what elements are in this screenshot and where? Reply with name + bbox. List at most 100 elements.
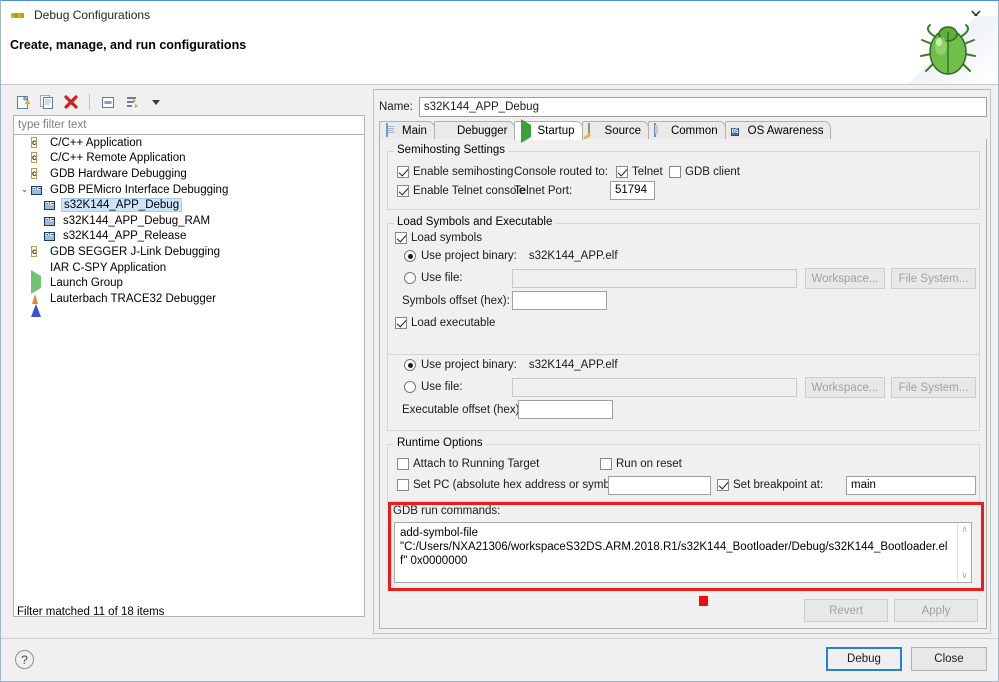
symbols-use-project-binary-label: Use project binary: — [421, 250, 517, 262]
tree-item-label: IAR C-SPY Application — [50, 261, 167, 274]
set-breakpoint-checkbox[interactable] — [717, 479, 729, 491]
enable-telnet-console-label: Enable Telnet console — [413, 185, 526, 197]
configurations-tree[interactable]: c C/C++ Application c C/C++ Remote Applicat… — [13, 135, 365, 617]
gdb-client-label: GDB client — [685, 166, 740, 178]
executable-offset-input[interactable] — [518, 400, 613, 419]
tree-item[interactable]: c GDB SEGGER J-Link Debugging — [14, 244, 364, 260]
executable-file-input[interactable] — [512, 378, 797, 397]
load-symbols-checkbox[interactable] — [395, 232, 407, 244]
tree-item[interactable]: c C/C++ Remote Application — [14, 151, 364, 167]
tree-item[interactable]: c C/C++ Application — [14, 135, 364, 151]
gdb-run-commands-textarea[interactable]: add-symbol-file "C:/Users/NXA21306/works… — [394, 522, 972, 583]
view-menu-chevron-icon[interactable] — [145, 91, 167, 113]
tab-os-awareness[interactable]: 05 OS Awareness — [724, 121, 832, 139]
tree-item[interactable]: PE s32K144_APP_Debug_RAM — [14, 213, 364, 229]
title-bar: Debug Configurations ✕ — [1, 1, 998, 28]
collapse-all-icon[interactable] — [97, 91, 119, 113]
symbols-use-project-binary-row: Use project binary: s32K144_APP.elf — [404, 250, 618, 262]
attach-to-running-target-row: Attach to Running Target — [397, 458, 539, 470]
executable-use-project-binary-radio[interactable] — [404, 359, 416, 371]
semihosting-settings-group: Semihosting Settings Enable semihosting … — [387, 144, 980, 210]
apply-button[interactable]: Apply — [894, 599, 978, 622]
semihosting-legend: Semihosting Settings — [394, 144, 509, 156]
telnet-port-input[interactable]: 51794 — [610, 181, 655, 200]
symbols-filesystem-button[interactable]: File System... — [891, 268, 976, 289]
tree-twisty-spacer — [18, 152, 31, 165]
symbols-file-input[interactable] — [512, 269, 797, 288]
executable-use-file-row: Use file: — [404, 381, 463, 393]
name-input[interactable]: s32K144_APP_Debug — [418, 96, 987, 117]
tree-item[interactable]: PE s32K144_APP_Release — [14, 229, 364, 245]
filter-input[interactable]: type filter text — [13, 115, 365, 135]
close-button[interactable]: Close — [911, 647, 987, 671]
main-tab-icon — [385, 123, 398, 137]
configurations-panel: type filter text c C/C++ Application c C/C+… — [8, 89, 367, 634]
enable-semihosting-checkbox[interactable] — [397, 166, 409, 178]
tree-item[interactable]: PE s32K144_APP_Debug — [14, 197, 364, 213]
symbols-offset-input[interactable] — [512, 291, 607, 310]
tab-startup[interactable]: Startup — [514, 118, 583, 143]
telnet-checkbox[interactable] — [616, 166, 628, 178]
run-on-reset-checkbox[interactable] — [600, 458, 612, 470]
help-icon[interactable]: ? — [15, 650, 34, 669]
gdb-commands-scrollbar[interactable]: ∧ ∨ — [957, 523, 971, 582]
tab-debugger[interactable]: Debugger — [433, 121, 516, 139]
run-on-reset-row: Run on reset — [600, 458, 682, 470]
startup-tab-icon — [520, 118, 533, 143]
symbols-use-file-radio[interactable] — [404, 272, 416, 284]
executable-use-file-radio[interactable] — [404, 381, 416, 393]
load-symbols-row: Load symbols — [395, 232, 482, 244]
executable-filesystem-button[interactable]: File System... — [891, 377, 976, 398]
executable-use-project-binary-label: Use project binary: — [421, 359, 517, 371]
tree-item[interactable]: Lauterbach TRACE32 Debugger — [14, 291, 364, 317]
scroll-up-icon[interactable]: ∧ — [961, 523, 968, 536]
executable-workspace-button[interactable]: Workspace... — [805, 377, 885, 398]
filter-status-text: Filter matched 11 of 18 items — [17, 606, 165, 618]
load-executable-label: Load executable — [411, 317, 496, 329]
debug-button[interactable]: Debug — [826, 647, 902, 671]
run-on-reset-label: Run on reset — [616, 458, 682, 470]
symbols-workspace-button[interactable]: Workspace... — [805, 268, 885, 289]
tab-source[interactable]: Source — [581, 121, 649, 139]
tree-item[interactable]: Launch Group — [14, 270, 364, 295]
load-executable-checkbox[interactable] — [395, 317, 407, 329]
attach-to-running-target-label: Attach to Running Target — [413, 458, 540, 470]
c-application-icon: c — [31, 136, 38, 148]
tab-main[interactable]: Main — [379, 121, 435, 139]
c-application-icon: c — [31, 152, 38, 164]
enable-telnet-console-checkbox[interactable] — [397, 185, 409, 197]
tree-item-label: Launch Group — [50, 277, 123, 290]
tab-label: Main — [402, 124, 427, 137]
toolbar-separator — [89, 93, 90, 110]
attach-to-running-target-checkbox[interactable] — [397, 458, 409, 470]
executable-offset-label: Executable offset (hex): — [402, 404, 523, 416]
tree-item[interactable]: ⌄ PE GDB PEMicro Interface Debugging — [14, 182, 364, 198]
duplicate-configuration-icon[interactable] — [36, 91, 58, 113]
configuration-name-row: Name: s32K144_APP_Debug — [379, 96, 987, 117]
tree-item-label: s32K144_APP_Release — [63, 230, 187, 243]
set-pc-input[interactable] — [608, 476, 711, 495]
set-pc-checkbox[interactable] — [397, 479, 409, 491]
tree-item-label: C/C++ Remote Application — [50, 152, 186, 165]
load-executable-row: Load executable — [395, 317, 495, 329]
tree-item[interactable]: IAR C-SPY Application — [14, 260, 364, 276]
tree-item-label: Lauterbach TRACE32 Debugger — [50, 292, 217, 305]
chevron-down-icon[interactable]: ⌄ — [18, 183, 31, 196]
tab-common[interactable]: Common — [647, 121, 726, 139]
gdb-client-checkbox[interactable] — [669, 166, 681, 178]
new-configuration-icon[interactable] — [12, 91, 34, 113]
revert-button[interactable]: Revert — [804, 599, 888, 622]
delete-configuration-icon[interactable] — [60, 91, 82, 113]
pemicro-icon: PE — [44, 232, 56, 242]
scroll-down-icon[interactable]: ∨ — [961, 569, 968, 582]
executable-use-project-binary-row: Use project binary: s32K144_APP.elf — [404, 359, 618, 371]
symbols-use-project-binary-radio[interactable] — [404, 250, 416, 262]
tree-item-label: GDB Hardware Debugging — [50, 167, 187, 180]
telnet-row: Telnet — [616, 166, 663, 178]
tab-label: Startup — [537, 125, 575, 137]
filter-icon[interactable] — [121, 91, 143, 113]
pemicro-icon: PE — [31, 185, 43, 195]
set-breakpoint-input[interactable]: main — [846, 476, 976, 495]
tree-item-label: GDB PEMicro Interface Debugging — [50, 183, 229, 196]
tree-item[interactable]: c GDB Hardware Debugging — [14, 166, 364, 182]
